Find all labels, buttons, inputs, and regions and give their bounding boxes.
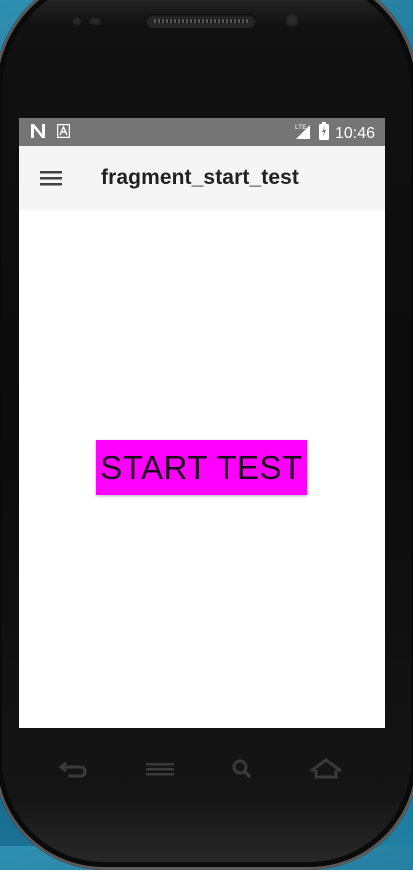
proximity-sensor	[72, 16, 82, 26]
hamburger-menu-button[interactable]	[33, 164, 69, 192]
search-button[interactable]	[222, 754, 262, 784]
notification-a-icon	[56, 123, 71, 143]
front-camera	[285, 13, 299, 27]
start-test-button[interactable]: START TEST	[96, 440, 307, 495]
fragment-content: START TEST	[19, 210, 385, 728]
battery-icon	[318, 122, 329, 145]
menu-icon	[146, 763, 174, 776]
menu-button[interactable]	[140, 754, 180, 784]
back-icon	[58, 761, 87, 778]
status-bar: LTE 10:46	[19, 118, 385, 146]
earpiece-speaker	[146, 14, 256, 28]
signal-strength-icon: LTE	[293, 122, 313, 145]
app-bar: fragment_start_test	[19, 146, 385, 210]
light-sensor	[88, 17, 102, 25]
back-button[interactable]	[54, 754, 94, 784]
home-icon	[310, 758, 342, 779]
notification-n-icon	[29, 123, 47, 144]
home-button[interactable]	[306, 754, 346, 784]
network-type-label: LTE	[295, 124, 307, 131]
status-time: 10:46	[334, 124, 375, 142]
search-icon	[232, 759, 252, 779]
page-title: fragment_start_test	[101, 166, 299, 189]
navigation-bar	[0, 740, 413, 800]
device-screen: LTE 10:46 fragment_start_test START TEST	[19, 118, 385, 728]
hamburger-menu-icon	[40, 171, 62, 186]
